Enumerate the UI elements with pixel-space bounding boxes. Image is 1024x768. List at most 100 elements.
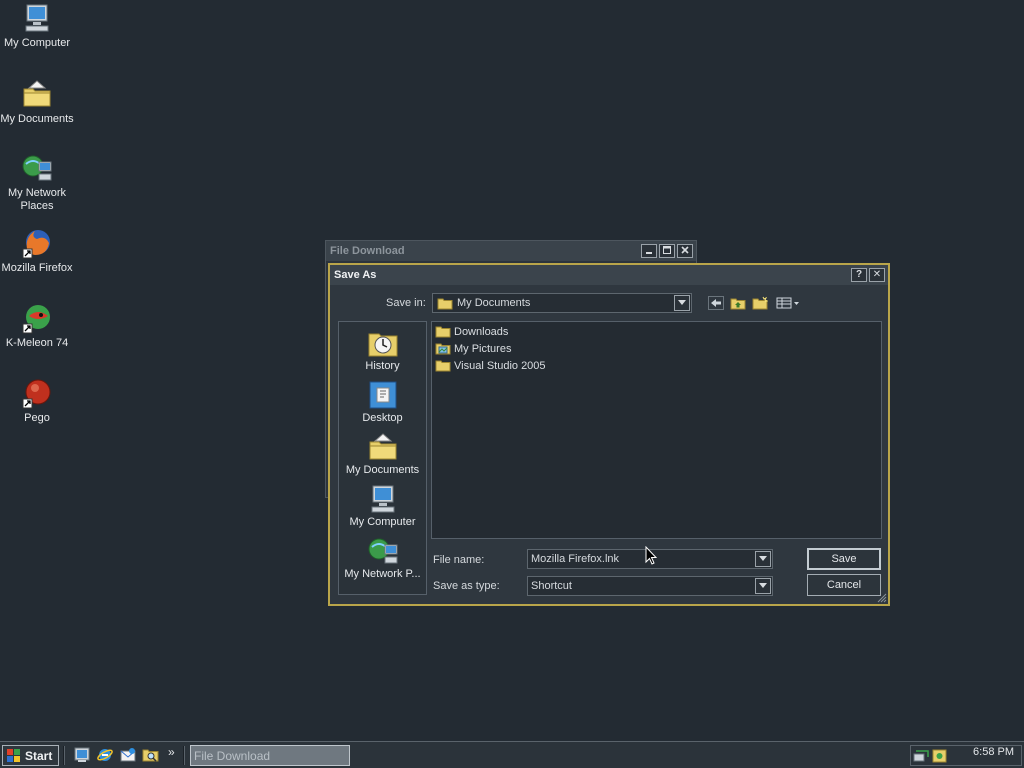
save-as-dialog[interactable]: Save As ? ✕ Save in: My Documents Histor…	[328, 263, 890, 606]
internet-explorer-icon[interactable]	[96, 746, 114, 764]
desktop-icon-kmeleon[interactable]: K-Meleon 74	[0, 302, 74, 350]
save-in-label: Save in:	[386, 297, 426, 309]
close-icon	[681, 246, 689, 254]
place-label: My Computer	[349, 516, 416, 528]
desktop-icon-label: My Documents	[0, 113, 74, 125]
back-button[interactable]	[708, 296, 724, 313]
taskbar: Start » File Download 6:58 PM	[0, 741, 1024, 768]
help-button[interactable]: ?	[851, 268, 867, 282]
maximize-icon	[663, 246, 671, 254]
desktop-icon-my-documents[interactable]: My Documents	[0, 78, 74, 126]
network-places-icon	[22, 155, 52, 181]
my-computer-icon	[371, 485, 394, 513]
task-label: File Download	[194, 748, 271, 763]
folder-icon	[437, 298, 453, 310]
save-as-type-dropdown[interactable]: Shortcut	[527, 576, 773, 596]
file-name-dropdown-arrow[interactable]	[755, 551, 771, 567]
file-name-value: Mozilla Firefox.lnk	[531, 553, 620, 565]
desktop-icon-my-computer[interactable]: My Computer	[0, 2, 74, 50]
place-history[interactable]: History	[339, 328, 426, 372]
quick-launch-more[interactable]: »	[168, 745, 175, 759]
start-button[interactable]: Start	[2, 745, 59, 766]
desktop-icon-pego[interactable]: Pego	[0, 377, 74, 425]
close-button[interactable]	[677, 244, 693, 258]
view-menu-icon	[776, 297, 799, 309]
file-name: Visual Studio 2005	[454, 360, 546, 372]
place-label: Desktop	[362, 412, 403, 424]
taskbar-separator	[63, 746, 65, 765]
save-as-type-label: Save as type:	[433, 580, 500, 592]
kmeleon-icon	[22, 305, 50, 334]
history-icon	[368, 333, 397, 357]
up-folder-icon	[730, 298, 746, 310]
search-folder-icon[interactable]	[142, 746, 160, 764]
maximize-button[interactable]	[659, 244, 675, 258]
desktop-icon-label: Mozilla Firefox	[1, 262, 73, 274]
save-in-dropdown-arrow[interactable]	[674, 295, 690, 311]
dialog-close-button[interactable]: ✕	[869, 268, 885, 282]
network-places-icon	[368, 538, 397, 564]
pictures-folder-icon	[435, 343, 451, 355]
list-item[interactable]: My Pictures	[435, 341, 511, 357]
desktop-icon-label: K-Meleon 74	[5, 337, 69, 349]
new-folder-button[interactable]	[752, 296, 769, 313]
desktop-icon-label: Pego	[24, 412, 50, 424]
save-as-type-dropdown-arrow[interactable]	[755, 578, 771, 594]
save-as-type-value: Shortcut	[531, 580, 572, 592]
desktop-icon-network-places[interactable]: My Network Places	[0, 152, 74, 213]
place-label: My Network P...	[344, 568, 421, 580]
folder-icon	[435, 326, 451, 338]
cancel-button[interactable]: Cancel	[807, 574, 881, 596]
place-desktop[interactable]: Desktop	[339, 380, 426, 424]
minimize-icon	[646, 252, 652, 254]
minimize-button[interactable]	[641, 244, 657, 258]
clock[interactable]: 6:58 PM	[973, 746, 1014, 758]
save-in-value: My Documents	[457, 297, 531, 309]
desktop-icon-label: My Network Places	[7, 187, 67, 212]
save-button[interactable]: Save	[807, 548, 881, 570]
file-name-label: File name:	[433, 554, 485, 566]
back-icon	[708, 296, 724, 310]
outlook-express-icon[interactable]	[119, 746, 137, 764]
show-desktop-icon[interactable]	[73, 746, 91, 764]
new-folder-icon	[752, 296, 769, 310]
save-in-dropdown[interactable]: My Documents	[432, 293, 692, 313]
desktop-icon-label: My Computer	[3, 37, 71, 49]
file-list[interactable]: Downloads My Pictures Visual Studio 2005	[431, 321, 882, 539]
my-documents-icon	[369, 433, 396, 460]
file-name: Downloads	[454, 326, 509, 338]
start-label: Start	[25, 748, 53, 763]
up-folder-button[interactable]	[730, 296, 746, 313]
place-my-documents[interactable]: My Documents	[339, 432, 426, 476]
view-menu-button[interactable]	[776, 296, 802, 313]
save-as-titlebar[interactable]: Save As ? ✕	[330, 265, 888, 285]
place-network[interactable]: My Network P...	[339, 536, 426, 580]
places-bar: History Desktop My Documents My Computer…	[338, 321, 427, 595]
windows-logo-icon	[7, 748, 20, 762]
desktop-icon-firefox[interactable]: Mozilla Firefox	[0, 227, 74, 275]
taskbar-item-file-download[interactable]: File Download	[190, 745, 350, 766]
list-item[interactable]: Downloads	[435, 324, 508, 340]
file-download-titlebar[interactable]: File Download	[326, 241, 696, 261]
tray-app-icon[interactable]	[932, 748, 948, 764]
mouse-cursor-icon	[645, 546, 658, 565]
file-name: My Pictures	[454, 343, 512, 355]
place-label: History	[365, 360, 400, 372]
firefox-icon	[22, 230, 50, 259]
chevron-down-icon	[678, 300, 686, 305]
place-label: My Documents	[345, 464, 420, 476]
my-computer-icon	[25, 4, 49, 32]
list-item[interactable]: Visual Studio 2005	[435, 358, 546, 374]
pego-icon	[22, 379, 51, 409]
folder-icon	[435, 360, 451, 372]
network-tray-icon[interactable]	[913, 748, 931, 764]
desktop-icon	[369, 381, 396, 409]
chevron-down-icon	[759, 583, 767, 588]
window-title: File Download	[330, 245, 405, 257]
my-documents-icon	[23, 80, 51, 107]
chevron-down-icon	[759, 556, 767, 561]
resize-grip-icon[interactable]	[875, 591, 887, 603]
taskbar-separator	[183, 746, 185, 765]
place-my-computer[interactable]: My Computer	[339, 484, 426, 528]
dialog-title: Save As	[334, 269, 377, 281]
